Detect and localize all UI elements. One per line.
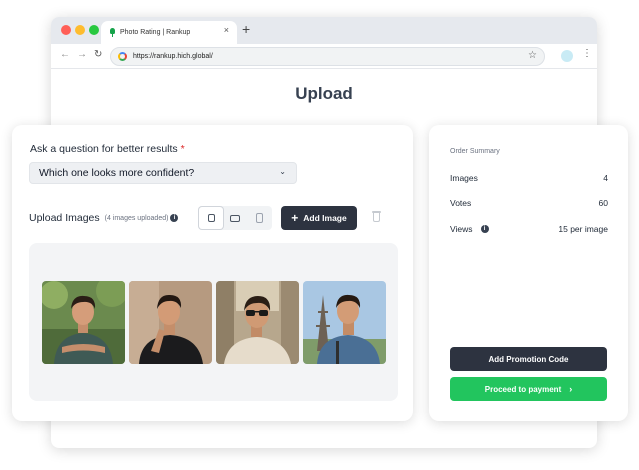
uploaded-photo-3[interactable]	[216, 281, 299, 364]
new-tab-button[interactable]: +	[242, 22, 250, 36]
info-icon[interactable]: i	[170, 214, 179, 222]
add-image-button[interactable]: + Add Image	[281, 206, 357, 230]
square-ratio-button[interactable]	[199, 207, 223, 229]
upload-card: Ask a question for better results * Whic…	[12, 125, 413, 421]
plus-icon: +	[291, 211, 299, 225]
image-gallery	[29, 243, 398, 401]
profile-avatar[interactable]	[561, 50, 573, 62]
summary-row-images: Images 4	[450, 173, 608, 183]
question-select[interactable]: Which one looks more confident? ⌄	[29, 162, 297, 184]
chevron-down-icon: ⌄	[279, 167, 286, 176]
add-promotion-code-button[interactable]: Add Promotion Code	[450, 347, 607, 371]
summary-label: Images	[450, 173, 478, 183]
summary-value: 15 per image	[558, 224, 608, 234]
question-label-text: Ask a question for better results	[30, 143, 178, 155]
maximize-window-button[interactable]	[89, 25, 99, 35]
question-selected-value: Which one looks more confident?	[39, 167, 195, 179]
summary-value: 4	[603, 173, 608, 183]
tab-title: Photo Rating | Rankup	[120, 29, 191, 36]
add-image-label: Add Image	[303, 213, 347, 223]
summary-label: Views	[450, 224, 473, 234]
upload-images-label: Upload Images (4 images uploaded) i	[29, 212, 179, 224]
google-g-icon	[118, 52, 127, 61]
page-title: Upload	[295, 84, 353, 103]
microphone-favicon-icon	[109, 28, 116, 37]
close-window-button[interactable]	[61, 25, 71, 35]
landscape-ratio-icon	[230, 214, 240, 222]
uploaded-photo-2[interactable]	[129, 281, 212, 364]
kebab-menu-icon[interactable]: ⋮	[582, 49, 592, 59]
stage: Photo Rating | Rankup × + ← → ↻ https://…	[0, 0, 639, 470]
square-ratio-icon	[207, 214, 215, 222]
summary-label: Votes	[450, 198, 472, 208]
url-text: https://rankup.hich.global/	[133, 53, 213, 60]
bookmark-star-icon[interactable]: ☆	[528, 50, 537, 61]
landscape-ratio-button[interactable]	[223, 207, 247, 229]
aspect-ratio-toggle	[198, 206, 272, 230]
order-summary-title: Order Summary	[450, 148, 500, 155]
chevron-right-icon: ›	[569, 384, 573, 394]
summary-row-votes: Votes 60	[450, 198, 608, 208]
uploaded-photo-4[interactable]	[303, 281, 386, 364]
tab-strip: Photo Rating | Rankup × +	[51, 17, 597, 44]
back-arrow-icon[interactable]: ←	[60, 50, 70, 60]
address-bar[interactable]: https://rankup.hich.global/ ☆	[110, 47, 545, 66]
forward-arrow-icon[interactable]: →	[77, 50, 87, 60]
upload-label-text: Upload Images	[29, 212, 100, 224]
summary-value: 60	[598, 198, 608, 208]
summary-label-views: Views i	[450, 224, 489, 234]
question-label: Ask a question for better results *	[30, 143, 185, 155]
reload-icon[interactable]: ↻	[94, 50, 102, 60]
proceed-to-payment-button[interactable]: Proceed to payment ›	[450, 377, 607, 401]
proceed-label: Proceed to payment	[484, 384, 562, 394]
browser-toolbar: ← → ↻ https://rankup.hich.global/ ☆ ⋮	[51, 44, 597, 69]
minimize-window-button[interactable]	[75, 25, 85, 35]
trash-icon[interactable]	[372, 211, 381, 222]
info-icon[interactable]: i	[480, 225, 489, 233]
portrait-ratio-button[interactable]	[247, 207, 271, 229]
upload-count: (4 images uploaded)	[104, 214, 169, 222]
order-summary-card: Order Summary Images 4 Votes 60 Views i …	[429, 125, 628, 421]
tab-close-icon[interactable]: ×	[224, 26, 229, 35]
required-mark: *	[180, 143, 185, 155]
uploaded-photo-1[interactable]	[42, 281, 125, 364]
browser-tab[interactable]: Photo Rating | Rankup ×	[101, 21, 237, 44]
summary-row-views: Views i 15 per image	[450, 224, 608, 234]
portrait-ratio-icon	[255, 213, 263, 223]
